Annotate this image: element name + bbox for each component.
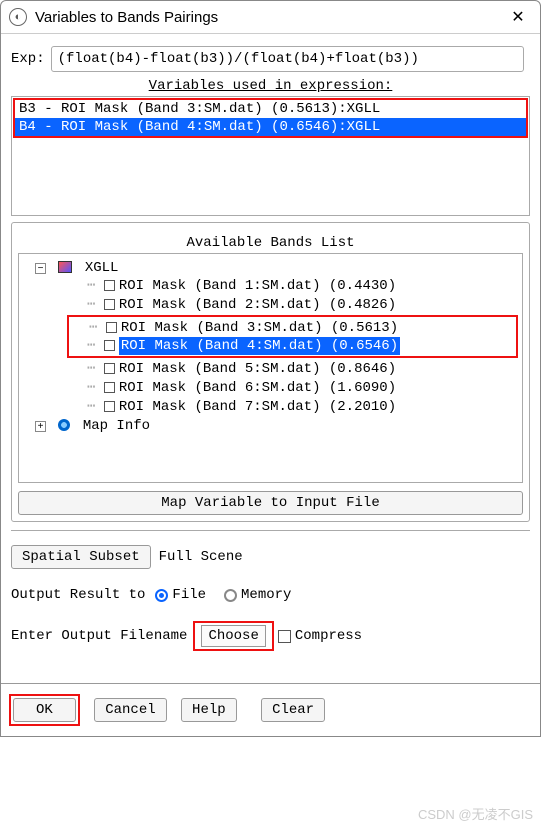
band-checkbox[interactable] xyxy=(104,382,115,393)
band-checkbox[interactable] xyxy=(104,401,115,412)
layers-icon xyxy=(58,261,72,273)
variable-item[interactable]: B4 - ROI Mask (Band 4:SM.dat) (0.6546):X… xyxy=(15,118,526,136)
output-file-radio[interactable] xyxy=(155,589,168,602)
band-item[interactable]: ⋯ ROI Mask (Band 6:SM.dat) (1.6090) xyxy=(85,378,518,397)
bands-section-title: Available Bands List xyxy=(18,235,523,251)
variables-listbox[interactable]: B3 - ROI Mask (Band 3:SM.dat) (0.5613):X… xyxy=(11,96,530,216)
compress-label: Compress xyxy=(295,628,362,644)
variable-item[interactable]: B3 - ROI Mask (Band 3:SM.dat) (0.5613):X… xyxy=(15,100,526,118)
help-button[interactable]: Help xyxy=(181,698,237,722)
band-item[interactable]: ⋯ ROI Mask (Band 5:SM.dat) (0.8646) xyxy=(85,359,518,378)
map-variable-button[interactable]: Map Variable to Input File xyxy=(18,491,523,515)
cancel-button[interactable]: Cancel xyxy=(94,698,166,722)
output-file-label: File xyxy=(172,587,206,603)
expression-input[interactable]: (float(b4)-float(b3))/(float(b4)+float(b… xyxy=(51,46,524,72)
globe-icon xyxy=(58,419,70,431)
output-memory-label: Memory xyxy=(241,587,291,603)
band-checkbox[interactable] xyxy=(104,280,115,291)
window-title: Variables to Bands Pairings xyxy=(35,9,504,26)
watermark: CSDN @无凌不GIS xyxy=(418,804,533,823)
band-checkbox[interactable] xyxy=(104,299,115,310)
band-checkbox[interactable] xyxy=(104,340,115,351)
expand-icon[interactable]: + xyxy=(35,421,46,432)
map-info-item[interactable]: Map Info xyxy=(83,418,150,434)
bands-highlight: ⋯ ROI Mask (Band 3:SM.dat) (0.5613) ⋯ RO… xyxy=(67,315,518,358)
spatial-subset-value: Full Scene xyxy=(159,549,243,565)
band-item[interactable]: ⋯ ROI Mask (Band 3:SM.dat) (0.5613) xyxy=(87,318,516,337)
ok-button[interactable]: OK xyxy=(13,698,76,722)
band-item[interactable]: ROI Mask (Band 4:SM.dat) (0.6546) xyxy=(119,337,400,355)
variables-highlight: B3 - ROI Mask (Band 3:SM.dat) (0.5613):X… xyxy=(13,98,528,138)
clear-button[interactable]: Clear xyxy=(261,698,325,722)
output-filename-label: Enter Output Filename xyxy=(11,628,187,644)
spatial-subset-button[interactable]: Spatial Subset xyxy=(11,545,151,569)
band-item[interactable]: ⋯ ROI Mask (Band 7:SM.dat) (2.2010) xyxy=(85,397,518,416)
compress-checkbox[interactable] xyxy=(278,630,291,643)
band-item[interactable]: ⋯ ROI Mask (Band 2:SM.dat) (0.4826) xyxy=(85,295,518,314)
close-icon[interactable]: ✕ xyxy=(504,7,532,27)
expression-label: Exp: xyxy=(11,51,45,67)
collapse-icon[interactable]: − xyxy=(35,263,46,274)
tree-root-label[interactable]: XGLL xyxy=(85,260,119,276)
choose-button[interactable]: Choose xyxy=(201,625,265,647)
band-checkbox[interactable] xyxy=(104,363,115,374)
band-checkbox[interactable] xyxy=(106,322,117,333)
output-memory-radio[interactable] xyxy=(224,589,237,602)
titlebar: ◐ Variables to Bands Pairings ✕ xyxy=(1,1,540,34)
variables-section-title: Variables used in expression: xyxy=(11,78,530,94)
output-result-label: Output Result to xyxy=(11,587,145,603)
app-icon: ◐ xyxy=(9,8,27,26)
bands-tree[interactable]: − XGLL ⋯ ROI Mask (Band 1:SM.dat) (0.443… xyxy=(18,253,523,483)
band-item[interactable]: ⋯ ROI Mask (Band 1:SM.dat) (0.4430) xyxy=(85,276,518,295)
